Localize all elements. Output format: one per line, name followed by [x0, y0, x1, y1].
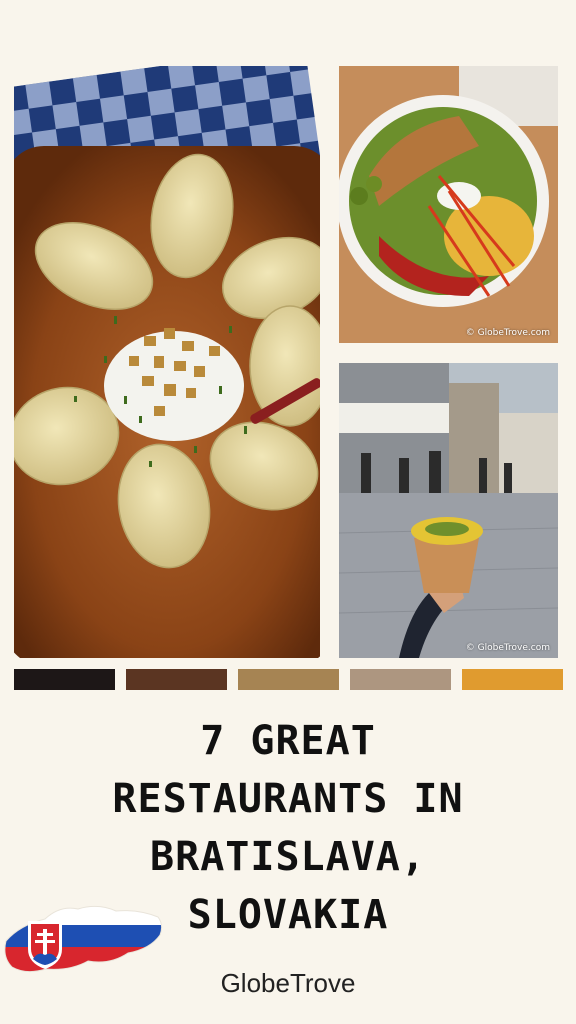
- palette-swatch: [238, 669, 339, 690]
- palette-swatch: [126, 669, 227, 690]
- dumplings-photo: [14, 66, 320, 658]
- title-line: 7 GREAT: [200, 718, 376, 764]
- title-line: RESTAURANTS IN: [112, 776, 464, 822]
- title-line: BRATISLAVA,: [150, 834, 426, 880]
- color-palette: [14, 669, 563, 690]
- palette-swatch: [462, 669, 563, 690]
- photo-watermark: © GlobeTrove.com: [465, 643, 550, 653]
- brand-name: GlobeTrove: [220, 968, 356, 998]
- food-bowl-photo: © GlobeTrove.com: [339, 66, 558, 343]
- palette-swatch: [350, 669, 451, 690]
- photo-watermark: © GlobeTrove.com: [465, 328, 550, 338]
- street-cup-photo: © GlobeTrove.com: [339, 363, 558, 658]
- slovakia-flag-map-icon: [0, 895, 166, 977]
- palette-swatch: [14, 669, 115, 690]
